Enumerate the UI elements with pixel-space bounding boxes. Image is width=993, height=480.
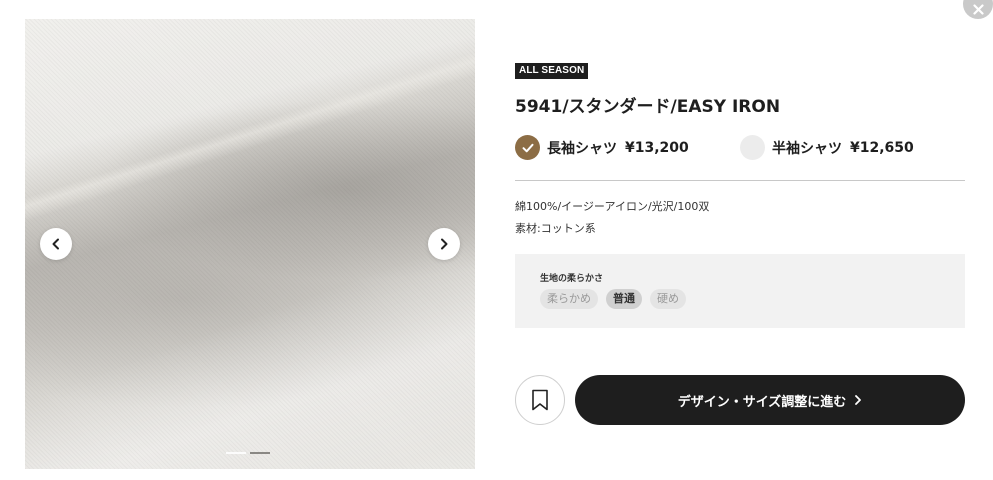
proceed-to-customize-button[interactable]: デザイン・サイズ調整に進む bbox=[575, 375, 965, 425]
close-button[interactable] bbox=[963, 0, 993, 19]
softness-panel: 生地の柔らかさ 柔らかめ 普通 硬め bbox=[515, 254, 965, 328]
gallery-next-button[interactable] bbox=[428, 228, 460, 260]
gallery-dot-2[interactable] bbox=[250, 452, 270, 454]
option-price: ¥13,200 bbox=[625, 139, 689, 156]
softness-scale: 柔らかめ 普通 硬め bbox=[540, 289, 686, 309]
softness-chip-soft: 柔らかめ bbox=[540, 289, 598, 309]
option-label: 半袖シャツ bbox=[772, 140, 842, 157]
softness-chip-normal: 普通 bbox=[606, 289, 642, 309]
checkmark-icon bbox=[522, 143, 533, 152]
product-image-gallery[interactable] bbox=[25, 19, 475, 469]
gallery-pagination bbox=[226, 452, 270, 454]
softness-chip-firm: 硬め bbox=[650, 289, 686, 309]
softness-label: 生地の柔らかさ bbox=[540, 274, 604, 284]
bookmark-icon bbox=[532, 389, 548, 411]
gallery-prev-button[interactable] bbox=[40, 228, 72, 260]
chevron-left-icon bbox=[52, 238, 59, 250]
option-label: 長袖シャツ bbox=[547, 140, 617, 157]
option-short-sleeve[interactable]: 半袖シャツ ¥12,650 bbox=[740, 135, 914, 160]
spec-composition: 綿100%/イージーアイロン/光沢/100双 bbox=[515, 200, 710, 213]
fabric-texture bbox=[25, 19, 475, 469]
chevron-right-icon bbox=[441, 238, 448, 250]
option-price: ¥12,650 bbox=[850, 139, 914, 156]
product-title: 5941/スタンダード/EASY IRON bbox=[515, 97, 781, 117]
gallery-dot-1[interactable] bbox=[226, 452, 246, 454]
season-badge: ALL SEASON bbox=[515, 63, 589, 79]
option-long-sleeve[interactable]: 長袖シャツ ¥13,200 bbox=[515, 135, 689, 160]
bookmark-button[interactable] bbox=[515, 375, 565, 425]
cta-label: デザイン・サイズ調整に進む bbox=[677, 394, 847, 410]
divider bbox=[515, 180, 965, 181]
option-radio[interactable] bbox=[740, 135, 765, 160]
close-icon bbox=[972, 4, 984, 15]
chevron-right-icon bbox=[855, 395, 862, 405]
option-radio-checked[interactable] bbox=[515, 135, 540, 160]
spec-material: 素材:コットン系 bbox=[515, 222, 596, 235]
